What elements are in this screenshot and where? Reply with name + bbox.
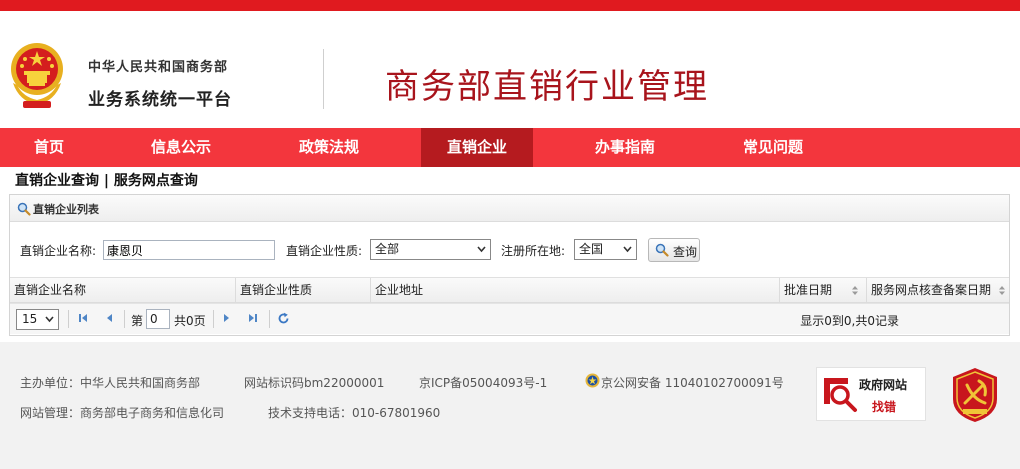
pager-separator — [68, 310, 69, 328]
query-button[interactable]: 查询 — [648, 238, 700, 262]
enterprise-nature-label: 直销企业性质: — [286, 244, 363, 258]
site-header: 中华人民共和国商务部 业务系统统一平台 商务部直销行业管理 — [0, 11, 1020, 128]
search-icon — [655, 243, 669, 257]
nav-item-faq[interactable]: 常见问题 — [724, 128, 822, 167]
party-organ-seal-icon[interactable] — [951, 367, 999, 423]
nav-item-direct-selling-enterprises[interactable]: 直销企业 — [421, 128, 533, 167]
top-red-strip — [0, 0, 1020, 11]
breadcrumb-separator: | — [99, 173, 114, 189]
breadcrumb-service-outlet-query[interactable]: 服务网点查询 — [114, 173, 198, 189]
panel-header: 直销企业列表 — [10, 195, 1009, 222]
pagination-info: 显示0到0,共0记录 — [800, 314, 899, 328]
header-divider — [323, 49, 324, 109]
page-total: 共0页 — [174, 314, 206, 328]
page-prefix: 第 — [131, 314, 144, 328]
page-size-select[interactable]: 15 — [16, 309, 59, 330]
registered-region-select[interactable]: 全国 — [574, 239, 637, 260]
sort-icon — [852, 286, 858, 295]
footer-sponsor: 主办单位：中华人民共和国商务部 — [20, 376, 201, 390]
column-header-outlet-filing-date[interactable]: 服务网点核查备案日期 — [867, 278, 1009, 302]
footer-icp[interactable]: 京ICP备05004093号-1 — [419, 374, 547, 391]
gov-site-error-report-badge[interactable]: 政府网站 找错 — [816, 367, 926, 421]
enterprise-name-label: 直销企业名称: — [20, 244, 97, 258]
footer-site-id: 网站标识码bm22000001 — [244, 376, 385, 390]
pager-separator — [124, 310, 125, 328]
first-page-icon[interactable] — [77, 312, 89, 324]
column-header-enterprise-name[interactable]: 直销企业名称 — [10, 278, 236, 302]
site-title: 商务部直销行业管理 — [385, 67, 709, 107]
enterprise-name-input[interactable] — [103, 240, 275, 260]
last-page-icon[interactable] — [247, 312, 259, 324]
page-number-input[interactable]: 0 — [146, 309, 170, 329]
breadcrumb: 直销企业查询 | 服务网点查询 — [15, 170, 198, 190]
next-page-icon[interactable] — [221, 312, 233, 324]
footer-police-record[interactable]: 京公网安备 11040102700091号 — [601, 374, 784, 391]
enterprise-list-panel: 直销企业列表 直销企业名称: 直销企业性质: 全部 注册所在地: 全国 查询 直… — [9, 194, 1010, 336]
panel-title: 直销企业列表 — [33, 203, 99, 216]
pager-separator — [213, 310, 214, 328]
sort-icon — [999, 286, 1005, 295]
registered-region-value: 全国 — [579, 242, 604, 256]
pager-separator — [269, 310, 270, 328]
outlet-filing-date-label: 服务网点核查备案日期 — [871, 283, 992, 297]
nav-item-guide[interactable]: 办事指南 — [576, 128, 674, 167]
gov-badge-line1: 政府网站 — [859, 378, 908, 392]
site-footer: 主办单位：中华人民共和国商务部 网站标识码bm22000001 京ICP备050… — [0, 342, 1020, 469]
magnifier-icon — [824, 378, 857, 412]
previous-page-icon[interactable] — [103, 312, 115, 324]
search-icon — [17, 202, 31, 216]
registered-region-label: 注册所在地: — [501, 244, 566, 258]
table-header: 直销企业名称 直销企业性质 企业地址 批准日期 服务网点核查备案日期 — [10, 277, 1009, 303]
chevron-down-icon — [45, 316, 54, 323]
national-emblem-icon — [11, 43, 63, 108]
main-nav: 首页 信息公示 政策法规 直销企业 办事指南 常见问题 — [0, 128, 1020, 167]
org-name-line1: 中华人民共和国商务部 — [88, 60, 229, 75]
page-size-value: 15 — [22, 312, 38, 326]
column-header-enterprise-nature[interactable]: 直销企业性质 — [236, 278, 371, 302]
chevron-down-icon — [477, 246, 486, 253]
refresh-icon[interactable] — [277, 312, 290, 325]
footer-site-admin: 网站管理：商务部电子商务和信息化司 — [20, 406, 225, 420]
approval-date-label: 批准日期 — [784, 283, 833, 297]
nav-item-info-publicity[interactable]: 信息公示 — [132, 128, 230, 167]
nav-item-policies[interactable]: 政策法规 — [280, 128, 378, 167]
column-header-enterprise-address[interactable]: 企业地址 — [371, 278, 780, 302]
chevron-down-icon — [623, 246, 632, 253]
police-badge-icon — [585, 373, 600, 388]
query-button-label: 查询 — [673, 245, 698, 259]
breadcrumb-enterprise-query[interactable]: 直销企业查询 — [15, 173, 99, 189]
enterprise-nature-value: 全部 — [375, 242, 400, 256]
org-name-line2: 业务系统统一平台 — [88, 90, 232, 110]
gov-badge-line2: 找错 — [872, 400, 897, 414]
nav-item-home[interactable]: 首页 — [0, 128, 98, 167]
enterprise-nature-select[interactable]: 全部 — [370, 239, 491, 260]
column-header-approval-date[interactable]: 批准日期 — [780, 278, 867, 302]
pagination-bar: 15 第 0 共0页 显示0到0,共0记录 — [10, 303, 1009, 334]
footer-support-phone: 技术支持电话：010-67801960 — [268, 406, 441, 420]
